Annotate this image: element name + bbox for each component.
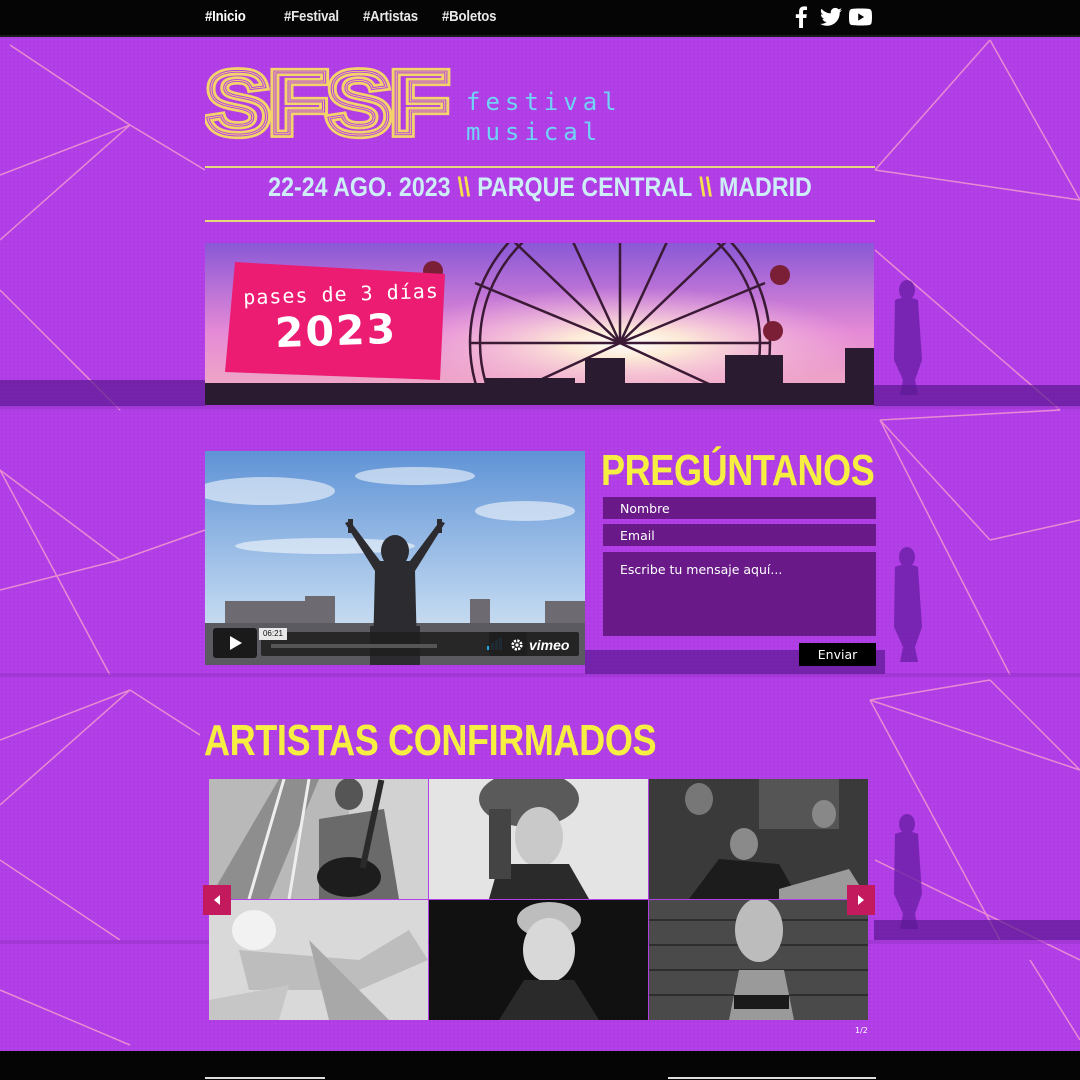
artists-title: ARTISTAS CONFIRMADOS [204,716,657,765]
facebook-icon[interactable] [794,6,808,28]
event-venue: PARQUE CENTRAL [477,172,693,202]
youtube-icon[interactable] [849,6,872,28]
video-duration: 06:21 [259,628,287,640]
artist-photo[interactable] [209,900,428,1020]
footer-link-line [205,1077,325,1079]
chevron-right-icon [858,895,864,905]
divider-bottom [205,220,875,222]
site-logo[interactable]: SFSF SFSF SFSF [201,48,465,157]
pass-badge-year: 2023 [274,304,398,358]
name-field[interactable] [603,497,876,519]
email-field[interactable] [603,524,876,546]
twitter-icon[interactable] [820,6,842,28]
logo-subtitle-line2: musical [466,118,603,146]
gallery-next-button[interactable] [847,885,875,915]
gallery-prev-button[interactable] [203,885,231,915]
artist-image-abstract [209,900,428,1020]
message-field[interactable] [603,552,876,636]
artist-photo[interactable] [649,900,868,1020]
chevron-left-icon [214,895,220,905]
send-button[interactable]: Enviar [799,643,876,666]
separator: \\ [457,172,471,202]
separator: \\ [699,172,713,202]
artist-photo[interactable] [429,779,648,899]
artist-gallery [209,779,868,1020]
artist-image-wood [649,900,868,1020]
artist-image-guitarist [209,779,428,899]
event-info-line: 22-24 AGO. 2023 \\ PARQUE CENTRAL \\ MADRID [252,172,828,203]
event-city: MADRID [718,172,812,202]
artist-photo[interactable] [209,779,428,899]
nav-item-inicio[interactable]: #Inicio [205,8,246,25]
nav-item-boletos[interactable]: #Boletos [442,8,497,25]
divider-top [205,166,875,168]
nav-item-festival[interactable]: #Festival [284,8,339,25]
play-button[interactable] [213,628,257,658]
svg-text:SFSF: SFSF [205,62,447,148]
footer-link-line [668,1077,876,1079]
artist-photo[interactable] [649,779,868,899]
play-icon [230,636,242,650]
top-nav-bar: #Inicio #Festival #Artistas #Boletos [0,0,1080,37]
nav-item-artistas[interactable]: #Artistas [363,8,418,25]
artist-image-hat [429,779,648,899]
vimeo-logo[interactable]: vimeo [529,637,569,653]
footer-bar [0,1051,1080,1080]
logo-subtitle: festival musical [466,87,622,147]
artist-image-portrait [429,900,648,1020]
gallery-pager: 1/2 [855,1026,868,1035]
logo-subtitle-line1: festival [466,88,622,116]
artist-image-group [649,779,868,899]
logo-sfsf: SFSF SFSF SFSF [201,48,454,157]
settings-gear-icon[interactable] [510,638,524,652]
contact-title: PREGÚNTANOS [601,446,875,495]
event-date: 22-24 AGO. 2023 [268,172,451,202]
artist-photo[interactable] [429,900,648,1020]
